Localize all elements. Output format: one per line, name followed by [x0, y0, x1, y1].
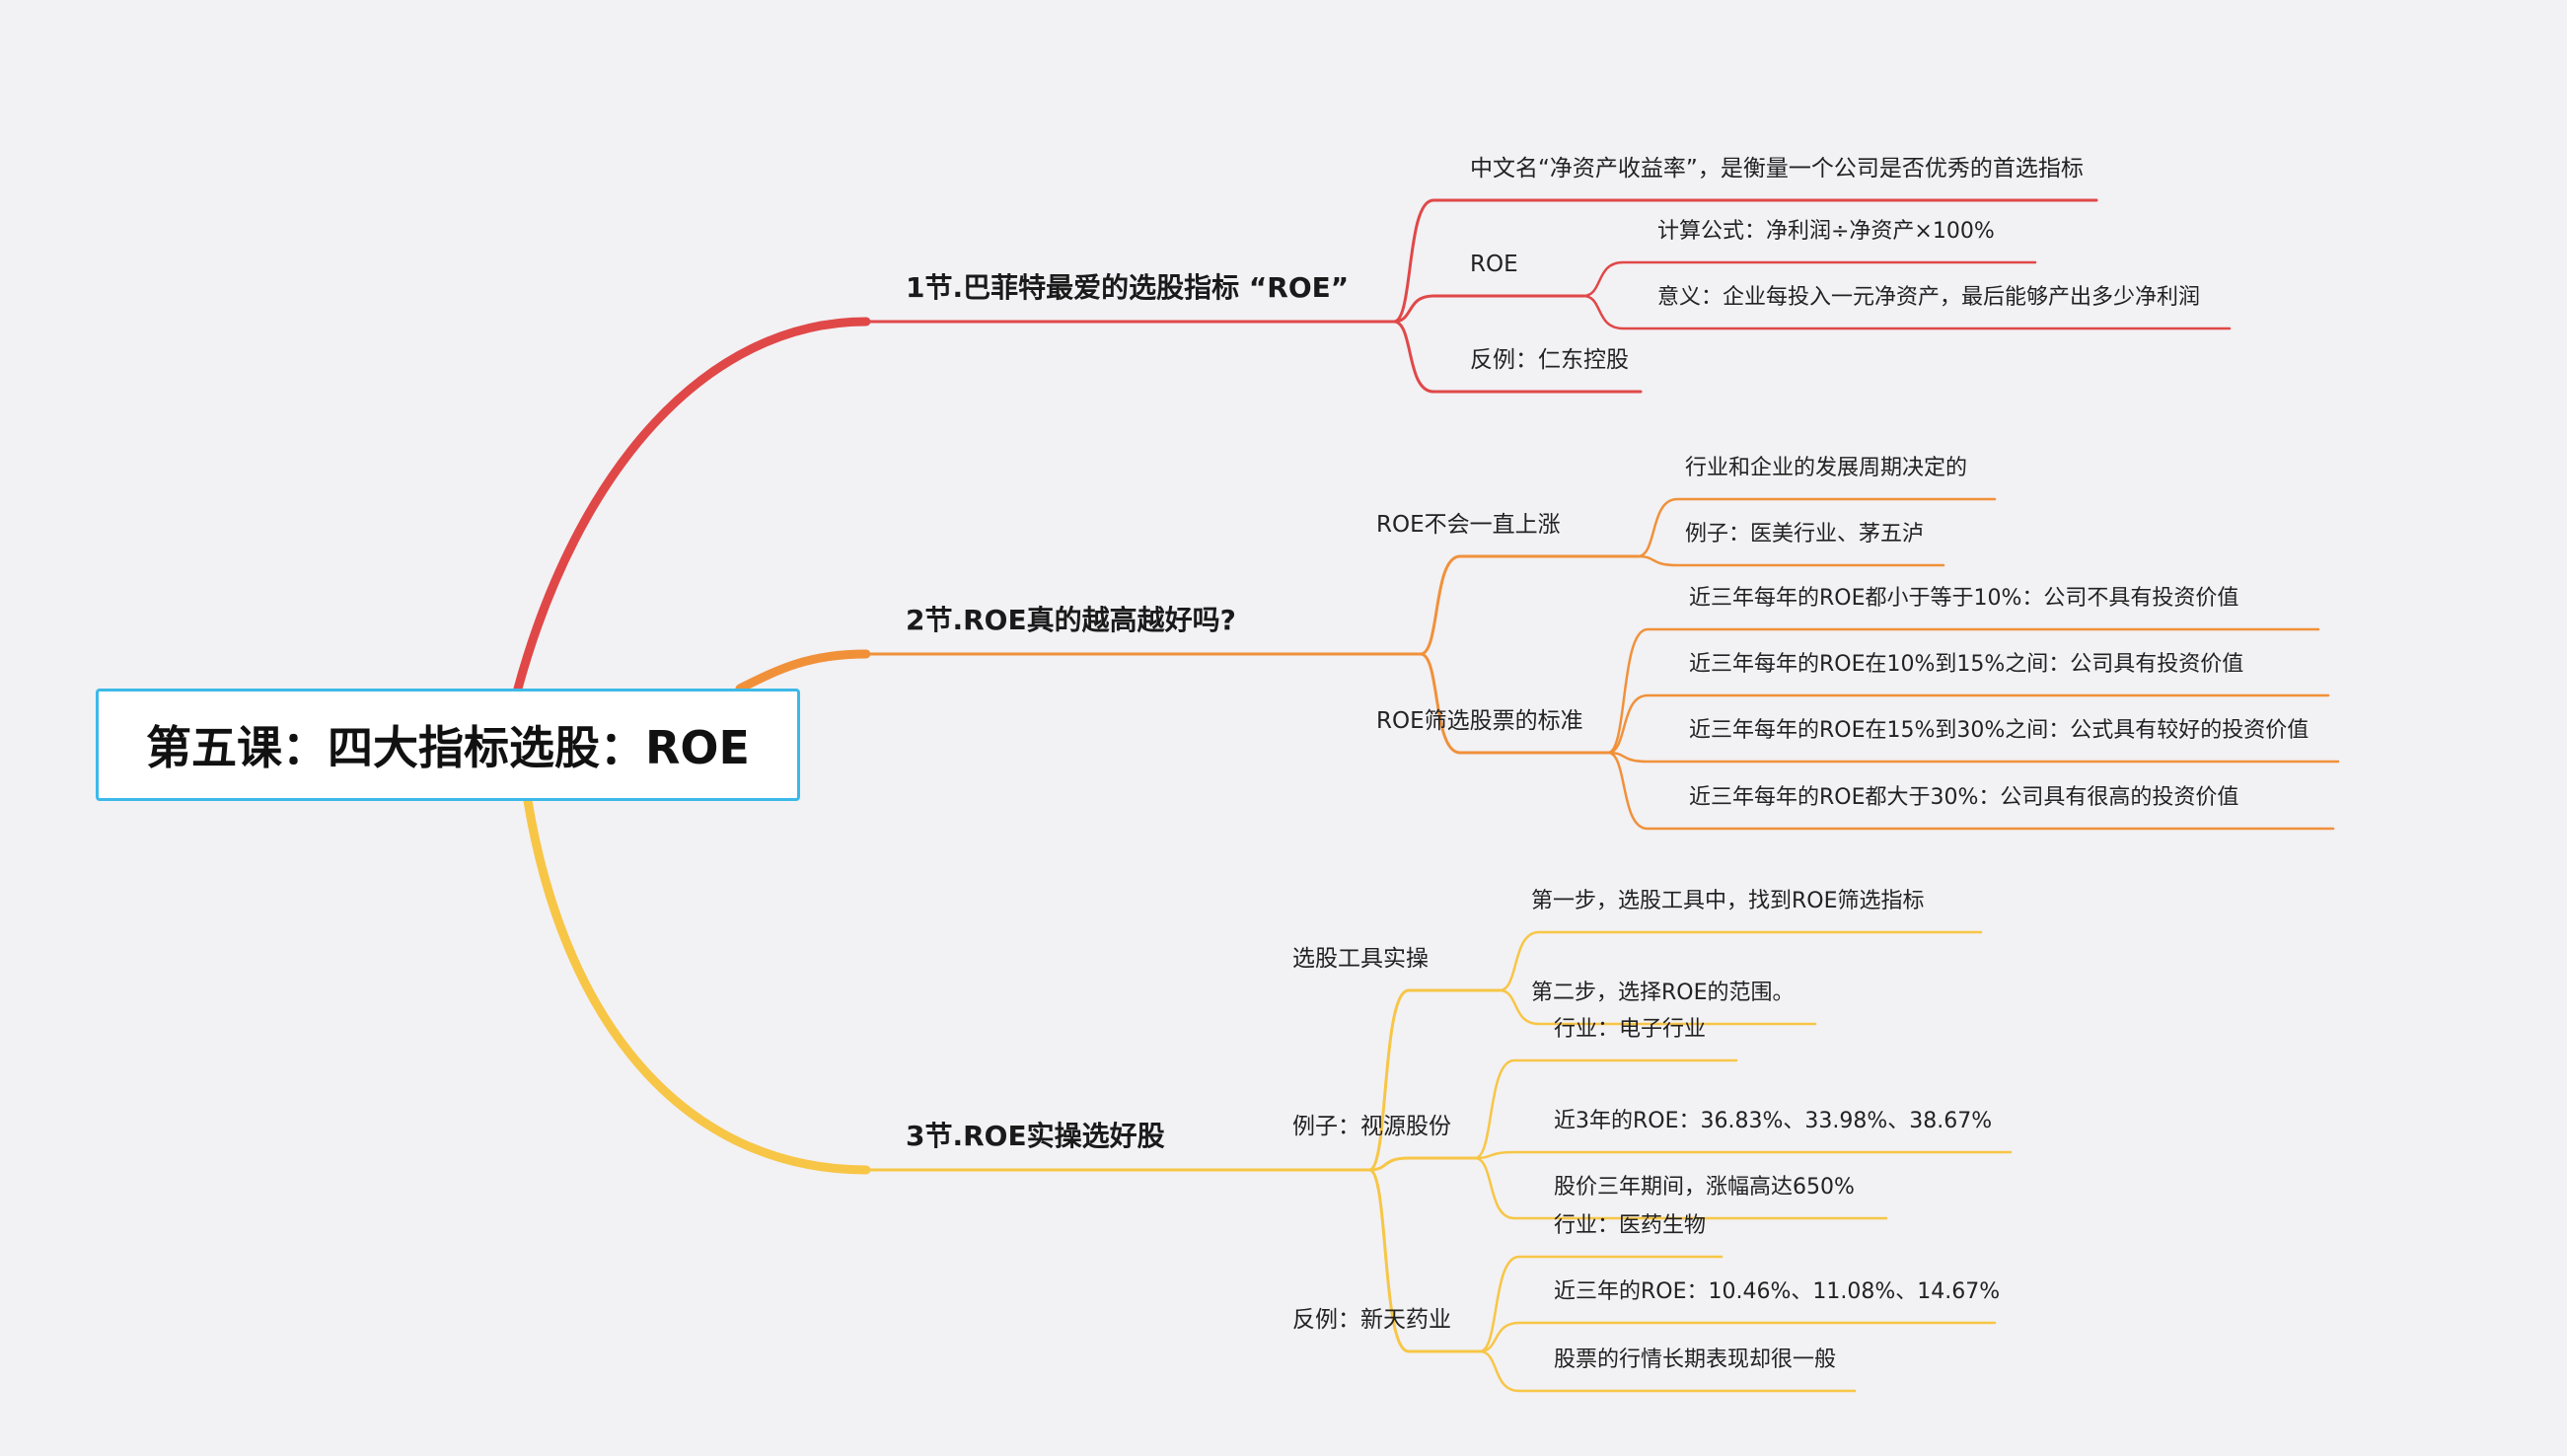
section-title-3[interactable]: 3节.ROE实操选好股 — [906, 1123, 1165, 1150]
leaf-1-2-2[interactable]: 意义：企业每投入一元净资产，最后能够产出多少净利润 — [1657, 287, 2200, 309]
topic-1-1[interactable]: 中文名“净资产收益率”，是衡量一个公司是否优秀的首选指标 — [1470, 158, 2084, 181]
leaf-2-1-1[interactable]: 行业和企业的发展周期决定的 — [1685, 458, 1967, 479]
topic-2-2[interactable]: ROE筛选股票的标准 — [1376, 710, 1583, 733]
leaf-3-1-2[interactable]: 第二步，选择ROE的范围。 — [1531, 983, 1795, 1004]
leaf-2-2-4[interactable]: 近三年每年的ROE都大于30%：公司具有很高的投资价值 — [1689, 787, 2238, 809]
topic-3-3[interactable]: 反例：新天药业 — [1292, 1309, 1451, 1332]
topic-1-2[interactable]: ROE — [1470, 254, 1518, 276]
root-topic[interactable]: 第五课：四大指标选股：ROE — [96, 689, 800, 801]
leaf-2-1-2[interactable]: 例子：医美行业、茅五泸 — [1685, 524, 1924, 546]
section-title-2[interactable]: 2节.ROE真的越高越好吗? — [906, 607, 1236, 634]
topic-2-1[interactable]: ROE不会一直上涨 — [1376, 514, 1561, 537]
leaf-3-1-1[interactable]: 第一步，选股工具中，找到ROE筛选指标 — [1531, 891, 1925, 912]
leaf-3-2-3[interactable]: 股价三年期间，涨幅高达650% — [1554, 1177, 1855, 1199]
leaf-3-3-1[interactable]: 行业：医药生物 — [1554, 1215, 1706, 1237]
leaf-3-2-1[interactable]: 行业：电子行业 — [1554, 1019, 1706, 1041]
leaf-2-2-1[interactable]: 近三年每年的ROE都小于等于10%：公司不具有投资价值 — [1689, 588, 2238, 610]
section-title-1[interactable]: 1节.巴菲特最爱的选股指标 “ROE” — [906, 274, 1349, 302]
leaf-2-2-3[interactable]: 近三年每年的ROE在15%到30%之间：公式具有较好的投资价值 — [1689, 720, 2309, 742]
leaf-2-2-2[interactable]: 近三年每年的ROE在10%到15%之间：公司具有投资价值 — [1689, 654, 2243, 676]
leaf-3-3-2[interactable]: 近三年的ROE：10.46%、11.08%、14.67% — [1554, 1281, 2000, 1303]
topic-1-3[interactable]: 反例：仁东控股 — [1470, 349, 1629, 372]
leaf-3-2-2[interactable]: 近3年的ROE：36.83%、33.98%、38.67% — [1554, 1111, 1992, 1132]
leaf-3-3-3[interactable]: 股票的行情长期表现却很一般 — [1554, 1349, 1836, 1371]
leaf-1-2-1[interactable]: 计算公式：净利润÷净资产×100% — [1657, 221, 1995, 243]
mindmap-labels: 第五课：四大指标选股：ROE 1节.巴菲特最爱的选股指标 “ROE” 中文名“净资… — [0, 0, 2567, 1456]
root-topic-label: 第五课：四大指标选股：ROE — [146, 721, 750, 774]
topic-3-2[interactable]: 例子：视源股份 — [1292, 1116, 1451, 1138]
topic-3-1[interactable]: 选股工具实操 — [1292, 948, 1429, 971]
